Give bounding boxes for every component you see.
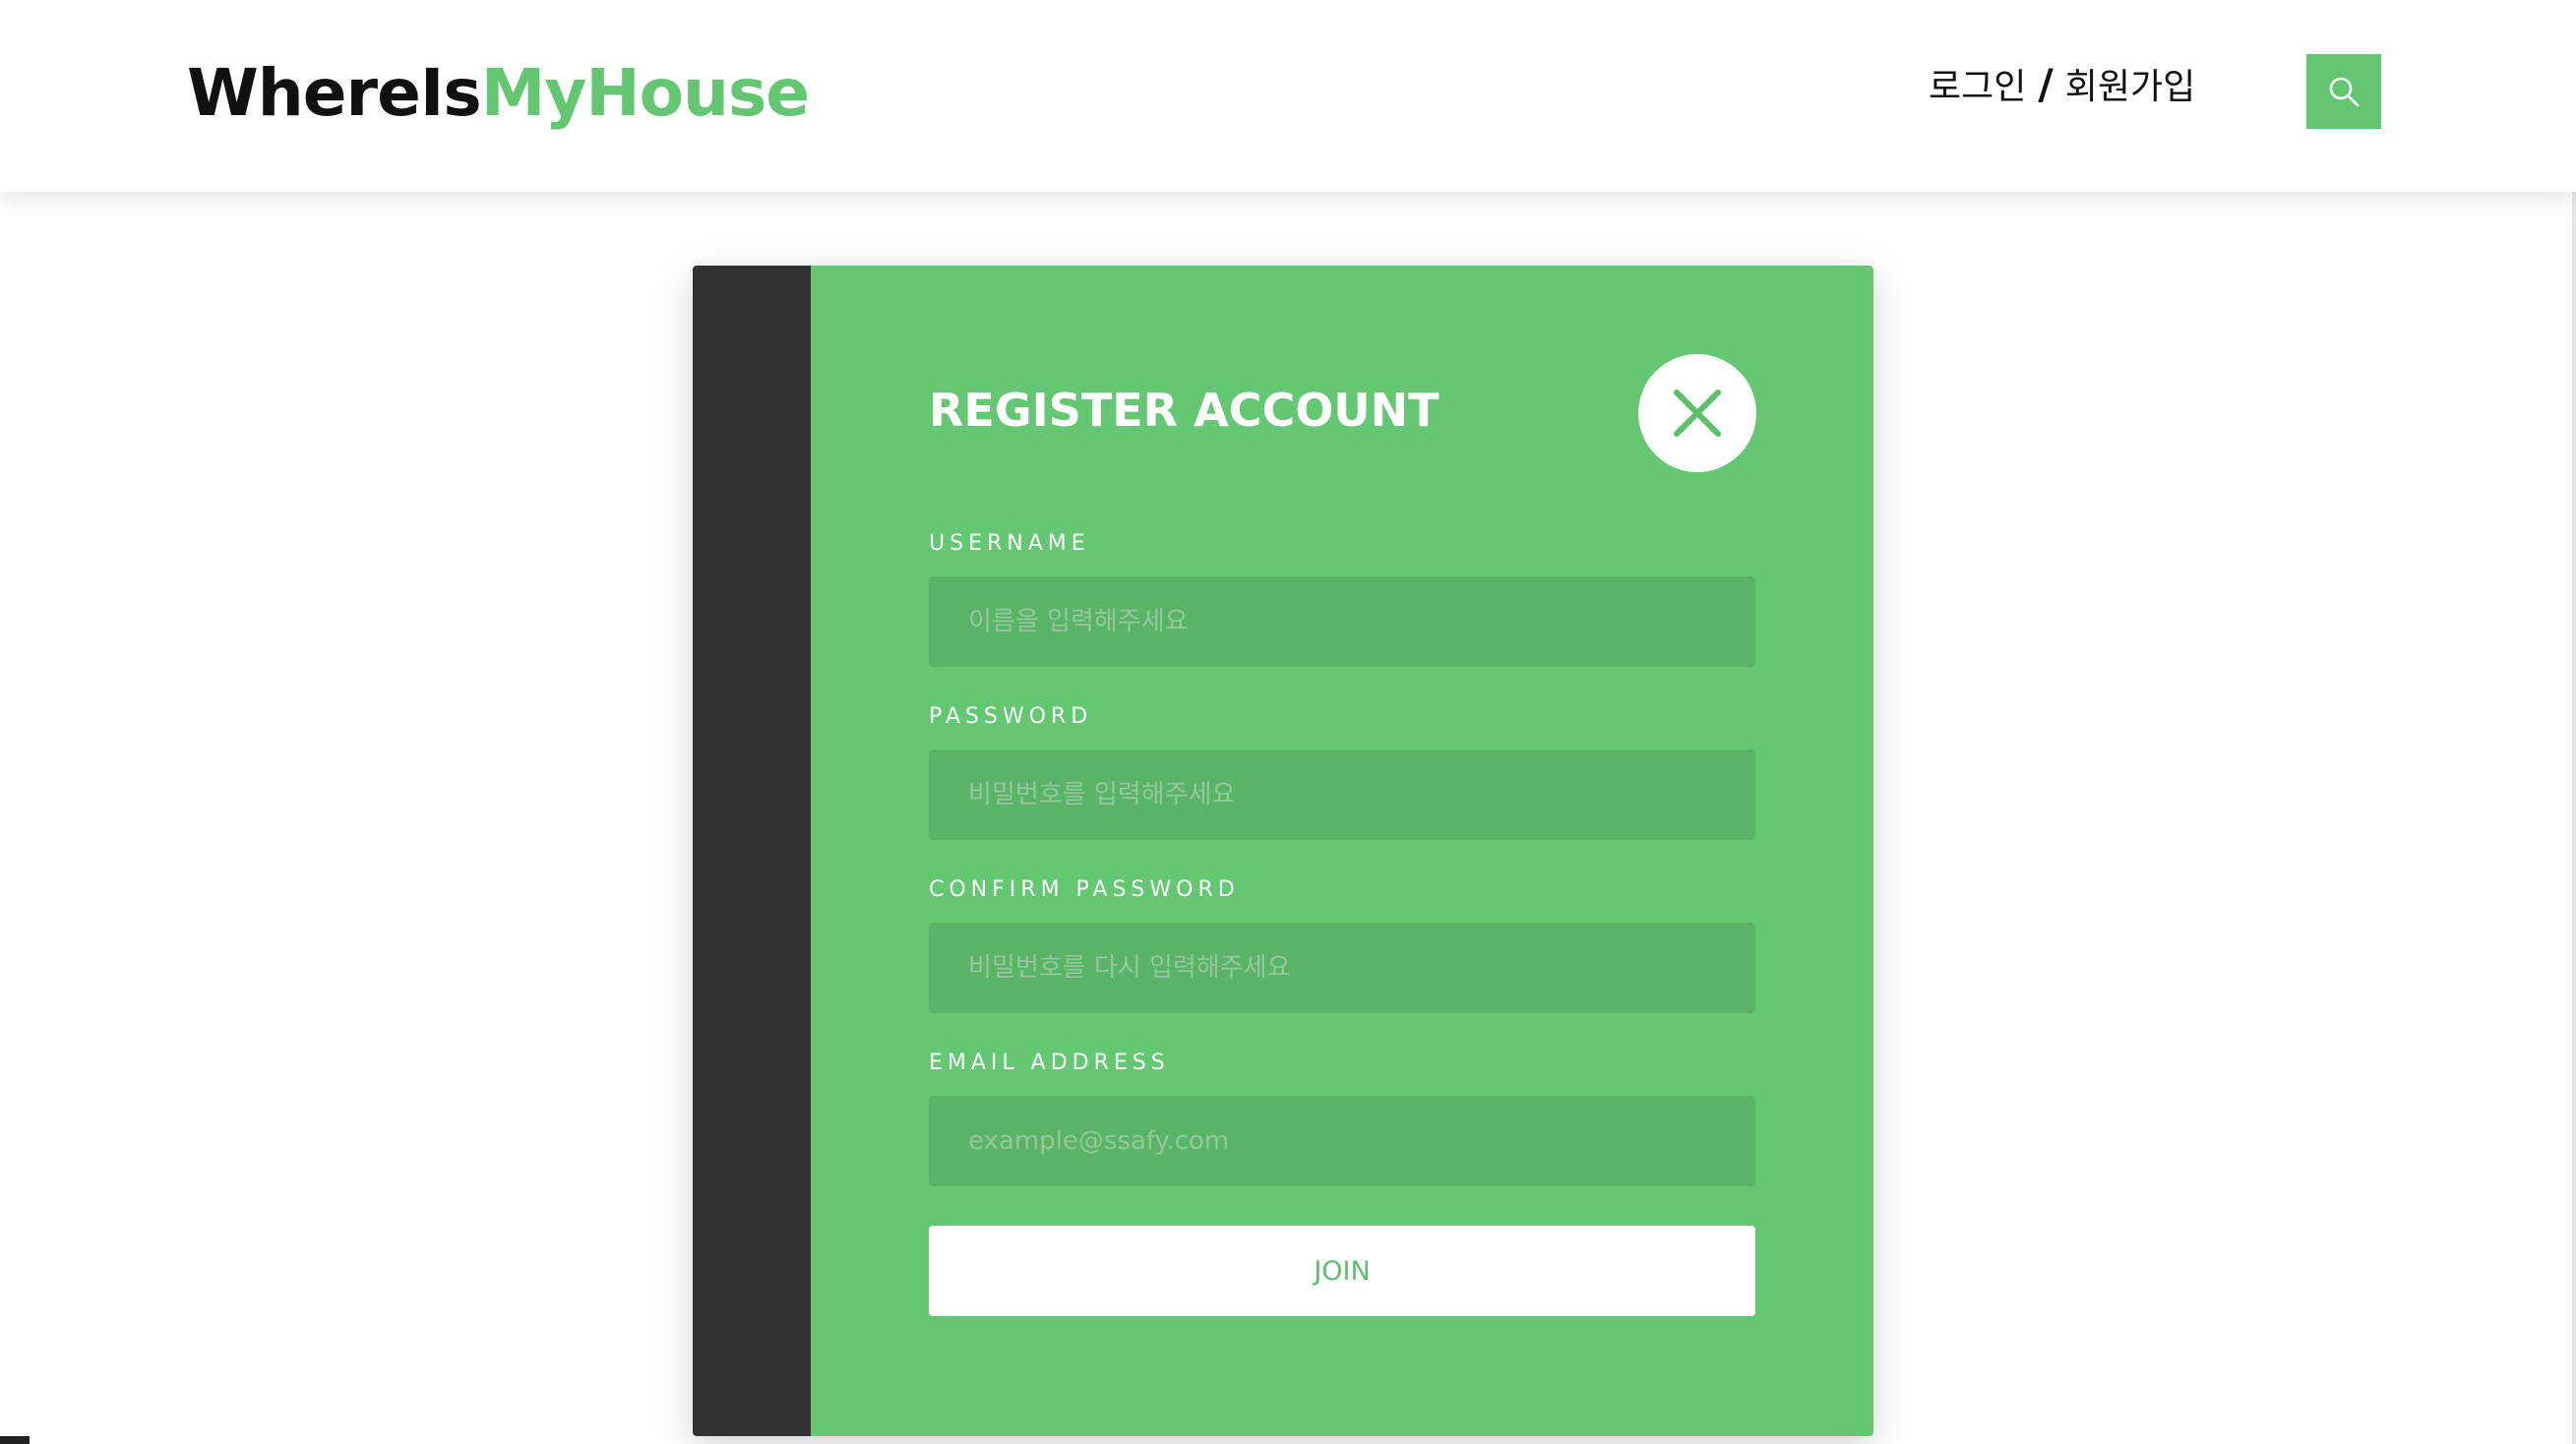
register-form: REGISTER ACCOUNT USERNAME PASSWORD CONFI… <box>811 266 1873 1436</box>
modal-title: REGISTER ACCOUNT <box>929 384 1440 437</box>
page: WhereIsMyHouse 로그인 / 회원가입 REGISTER ACCOU… <box>0 0 2576 1444</box>
close-button[interactable] <box>1638 354 1756 472</box>
logo-text-myhouse: MyHouse <box>480 55 810 131</box>
username-input[interactable] <box>929 576 1755 667</box>
signup-link[interactable]: 회원가입 <box>2065 58 2195 109</box>
login-link[interactable]: 로그인 <box>1929 58 2026 109</box>
username-label: USERNAME <box>929 531 1090 556</box>
email-label: EMAIL ADDRESS <box>929 1051 1170 1075</box>
window-corner <box>0 1436 30 1444</box>
close-icon <box>1674 390 1721 437</box>
search-button[interactable] <box>2306 54 2381 129</box>
password-input[interactable] <box>929 750 1755 840</box>
confirm-password-label: CONFIRM PASSWORD <box>929 877 1240 902</box>
modal-side-bar <box>693 266 811 1436</box>
join-button[interactable]: JOIN <box>929 1226 1755 1316</box>
register-modal: REGISTER ACCOUNT USERNAME PASSWORD CONFI… <box>693 266 1873 1436</box>
logo-text-whereis: WhereIs <box>187 55 482 131</box>
auth-nav: 로그인 / 회원가입 <box>1929 54 2195 113</box>
confirm-password-input[interactable] <box>929 923 1755 1013</box>
search-icon <box>2329 77 2360 107</box>
site-header: WhereIsMyHouse 로그인 / 회원가입 <box>0 0 2576 192</box>
email-input[interactable] <box>929 1096 1755 1186</box>
auth-separator: / <box>2038 59 2054 108</box>
scrollbar-track <box>2572 0 2576 1444</box>
site-logo[interactable]: WhereIsMyHouse <box>187 49 810 138</box>
password-label: PASSWORD <box>929 704 1093 729</box>
